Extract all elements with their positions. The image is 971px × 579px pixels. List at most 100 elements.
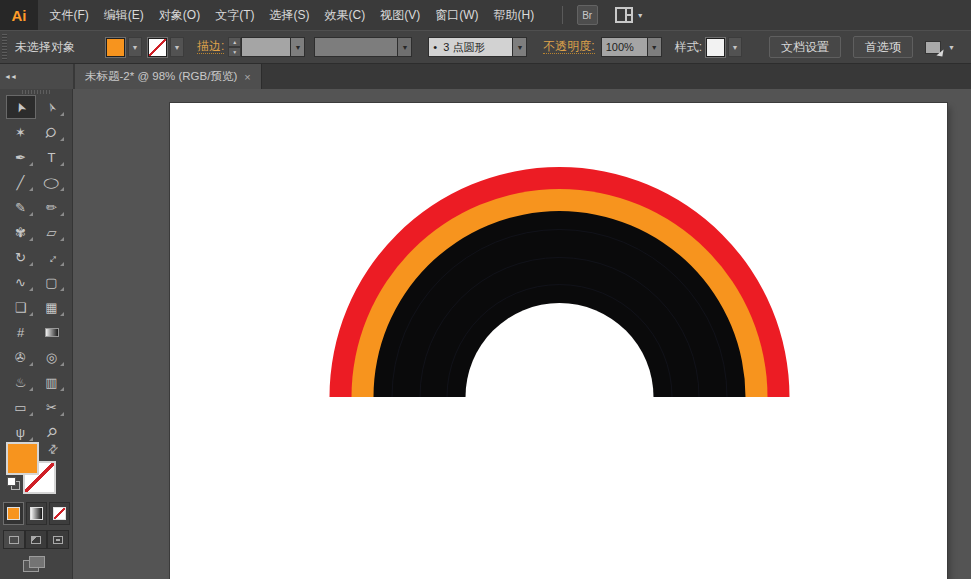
stroke-none-swatch[interactable] [148, 38, 167, 57]
eraser-tool[interactable]: ▱ [37, 220, 67, 244]
brush-definition-dropdown[interactable]: ▼ [512, 37, 527, 57]
none-button[interactable] [49, 502, 70, 525]
selection-tool[interactable]: ➤ [6, 95, 36, 119]
variable-width-profile-field[interactable] [314, 37, 397, 57]
workspace-switcher[interactable]: ▼ [615, 7, 644, 23]
rainbow-artwork[interactable] [170, 103, 947, 579]
blob-brush-icon: ✾ [15, 226, 26, 239]
mesh-tool[interactable]: # [6, 320, 36, 344]
magic-wand-tool[interactable]: ✶ [6, 120, 36, 144]
bridge-button[interactable]: Br [577, 5, 598, 25]
menu-item[interactable]: 效果(C) [317, 0, 373, 30]
stroke-width-dropdown[interactable]: ▼ [290, 37, 305, 57]
document-tab[interactable]: 未标题-2* @ 98% (RGB/预览) × [75, 64, 262, 89]
blend-tool[interactable]: ◎ [37, 345, 67, 369]
stepper-down-icon[interactable]: ▼ [228, 47, 241, 57]
default-fill-stroke-icon[interactable] [7, 477, 22, 492]
symbol-sprayer-tool[interactable]: ♨ [6, 370, 36, 394]
menu-item[interactable]: 对象(O) [151, 0, 207, 30]
gradient-tool[interactable] [37, 320, 67, 344]
lasso-tool[interactable]: Ϙ [37, 120, 67, 144]
slice-tool[interactable]: ✂ [37, 395, 67, 419]
stroke-panel-link[interactable]: 描边: [197, 40, 224, 54]
chevron-down-icon[interactable]: ▼ [728, 37, 742, 57]
artboard-tool[interactable]: ▭ [6, 395, 36, 419]
fill-indicator-swatch[interactable] [6, 442, 39, 475]
menu-item[interactable]: 选择(S) [262, 0, 317, 30]
draw-normal-icon [9, 536, 19, 544]
blob-brush-tool[interactable]: ✾ [6, 220, 36, 244]
hand-tool[interactable]: ψ [6, 420, 36, 444]
chevron-down-icon[interactable]: ▼ [128, 37, 142, 57]
rotate-tool[interactable]: ↻ [6, 245, 36, 269]
style-swatch[interactable] [706, 38, 725, 57]
draw-normal-button[interactable] [3, 530, 25, 549]
pencil-tool[interactable]: ✏ [37, 195, 67, 219]
direct-selection-tool[interactable]: ➢ [37, 95, 67, 119]
stepper-up-icon[interactable]: ▲ [228, 37, 241, 47]
close-icon[interactable]: × [244, 71, 250, 83]
shape-builder-tool[interactable]: ❑ [6, 295, 36, 319]
panel-grip[interactable] [2, 34, 7, 60]
swap-fill-stroke-icon[interactable]: ⇄ [45, 440, 62, 457]
stroke-width-stepper[interactable]: ▲ ▼ [228, 37, 241, 57]
variable-width-profile-dropdown[interactable]: ▼ [397, 37, 412, 57]
fill-color-picker[interactable]: ▼ [106, 37, 142, 57]
app-logo-icon[interactable]: Ai [0, 0, 38, 30]
direct-selection-tool-icon: ➢ [43, 99, 59, 114]
menu-item[interactable]: 窗口(W) [428, 0, 486, 30]
free-transform-tool[interactable]: ▢ [37, 270, 67, 294]
slice-icon: ✂ [46, 401, 57, 414]
shape-builder-icon: ❑ [15, 301, 27, 314]
menu-item[interactable]: 帮助(H) [486, 0, 542, 30]
width-tool[interactable]: ∿ [6, 270, 36, 294]
menu-item[interactable]: 文件(F) [42, 0, 96, 30]
screen-mode-button[interactable] [21, 555, 51, 575]
column-graph-tool[interactable]: ▥ [37, 370, 67, 394]
chevron-down-icon[interactable]: ▼ [170, 37, 184, 57]
mesh-icon: # [17, 326, 24, 339]
color-button[interactable] [3, 502, 24, 525]
scale-tool[interactable]: ↔ [37, 245, 67, 269]
arrange-documents-icon[interactable] [925, 41, 941, 54]
symbol-sprayer-icon: ♨ [15, 376, 27, 389]
document-setup-button[interactable]: 文档设置 [769, 36, 841, 58]
brush-definition-field[interactable]: • 3 点圆形 [428, 37, 512, 57]
draw-behind-button[interactable] [25, 530, 47, 549]
none-icon [53, 507, 66, 520]
chevron-down-icon[interactable]: ▼ [948, 44, 955, 51]
stroke-width-field[interactable] [241, 37, 290, 57]
paintbrush-tool[interactable]: ✎ [6, 195, 36, 219]
opacity-field[interactable]: 100% [601, 37, 647, 57]
menu-item[interactable]: 视图(V) [373, 0, 428, 30]
menu-item[interactable]: 编辑(E) [96, 0, 151, 30]
pasteboard[interactable] [73, 89, 971, 579]
fill-swatch[interactable] [106, 38, 125, 57]
draw-inside-button[interactable] [47, 530, 69, 549]
stroke-color-picker[interactable]: ▼ [148, 37, 184, 57]
eyedropper-tool[interactable]: ✇ [6, 345, 36, 369]
gradient-button[interactable] [26, 502, 47, 525]
menu-item[interactable]: 文字(T) [208, 0, 262, 30]
opacity-dropdown[interactable]: ▼ [647, 37, 662, 57]
hand-icon: ψ [16, 426, 25, 439]
perspective-grid-tool[interactable]: ▦ [37, 295, 67, 319]
column-graph-icon: ▥ [45, 376, 57, 389]
line-tool[interactable]: ╱ [6, 170, 36, 194]
free-transform-icon: ▢ [45, 276, 57, 289]
pen-tool[interactable]: ✒ [6, 145, 36, 169]
opacity-panel-link[interactable]: 不透明度: [543, 40, 594, 54]
selection-status: 未选择对象 [15, 39, 75, 56]
tools-panel-grip[interactable] [22, 90, 50, 94]
preferences-button[interactable]: 首选项 [853, 36, 913, 58]
artboard[interactable] [170, 103, 947, 579]
type-tool[interactable]: T [37, 145, 67, 169]
tools-panel-collapse[interactable]: ◄◄ [0, 64, 73, 89]
style-picker[interactable]: ▼ [706, 37, 742, 57]
line-icon: ╱ [17, 176, 25, 189]
magic-wand-icon: ✶ [15, 126, 26, 139]
document-tab-strip: 未标题-2* @ 98% (RGB/预览) × [73, 64, 971, 89]
gradient-icon [30, 507, 43, 520]
ellipse-tool[interactable]: ◯ [37, 170, 67, 194]
eyedropper-icon: ✇ [15, 351, 26, 364]
